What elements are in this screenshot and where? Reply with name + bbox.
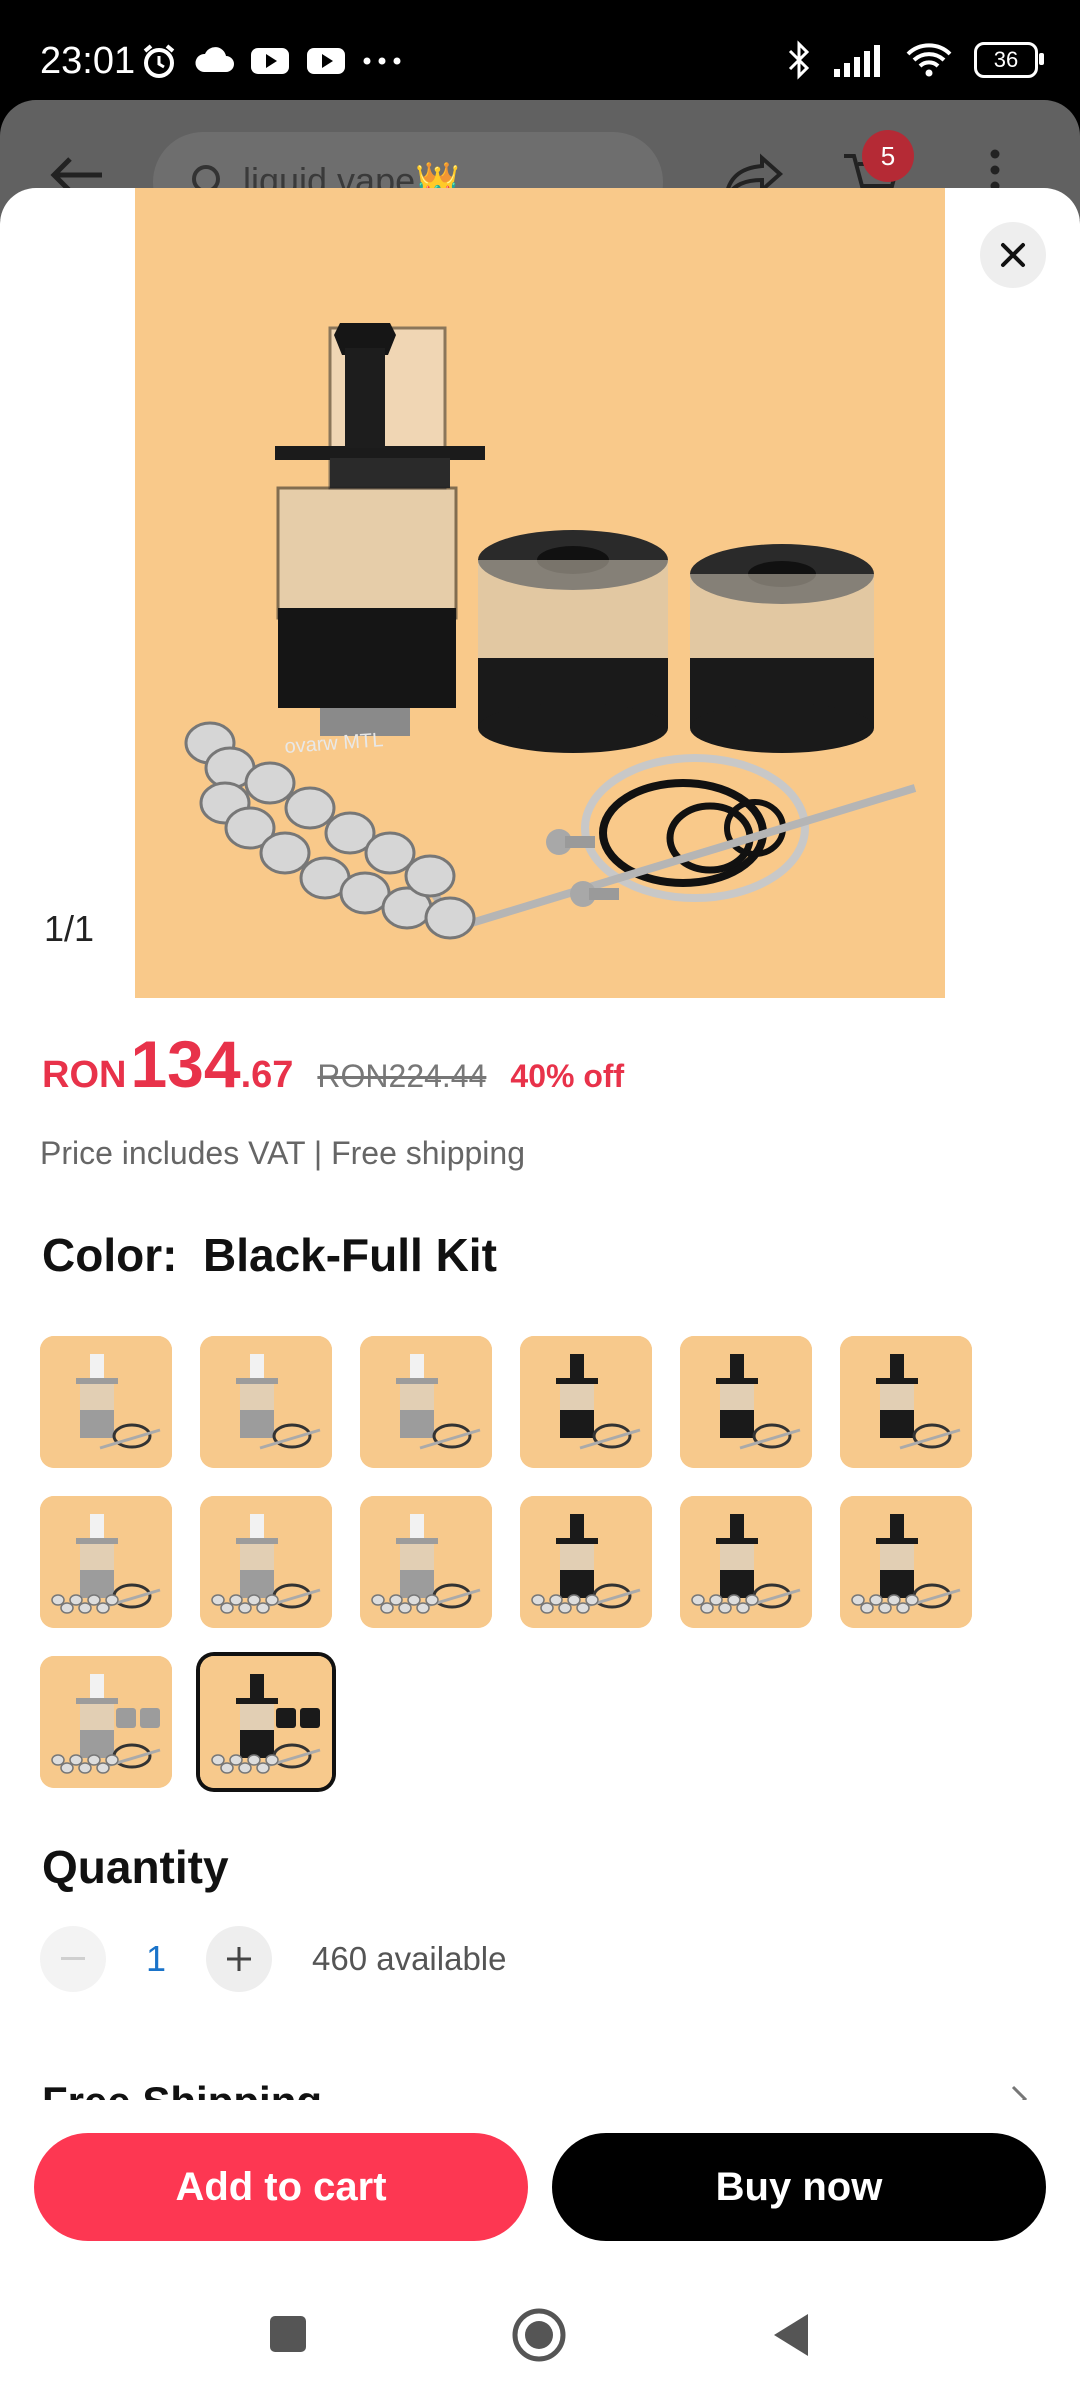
recent-apps-icon[interactable] — [268, 2314, 308, 2354]
youtube-icon — [251, 48, 289, 74]
variant-thumbnail-icon — [360, 1496, 492, 1628]
cart-badge: 5 — [862, 130, 914, 182]
color-variant-option[interactable] — [680, 1336, 812, 1468]
increase-quantity-button[interactable] — [206, 1926, 272, 1992]
color-variant-option[interactable] — [520, 1496, 652, 1628]
status-time: 23:01 — [40, 40, 136, 82]
quantity-title: Quantity — [42, 1841, 229, 1893]
color-variant-option[interactable] — [200, 1496, 332, 1628]
variant-thumbnail-icon — [200, 1496, 332, 1628]
discount-badge: 40% off — [510, 1058, 625, 1094]
original-price: RON224.44 — [317, 1058, 487, 1094]
youtube-icon — [307, 48, 345, 74]
price-currency: RON — [42, 1054, 127, 1096]
product-image[interactable]: ovarw MTL — [135, 188, 945, 998]
minus-icon — [61, 1957, 85, 1960]
price-row: RON 134 .67 RON224.44 40% off — [42, 1026, 624, 1102]
price-decimal: .67 — [240, 1054, 294, 1096]
variant-thumbnail-icon — [200, 1336, 332, 1468]
color-variant-option[interactable] — [520, 1336, 652, 1468]
variant-thumbnail-icon — [520, 1336, 652, 1468]
color-variant-option[interactable] — [40, 1656, 172, 1788]
color-variant-option[interactable] — [40, 1496, 172, 1628]
back-icon[interactable] — [770, 2312, 810, 2358]
add-to-cart-button[interactable]: Add to cart — [34, 2133, 528, 2241]
selected-color: Black-Full Kit — [202, 1229, 497, 1281]
variant-thumbnail-icon — [840, 1496, 972, 1628]
color-variant-option[interactable] — [680, 1496, 812, 1628]
variant-thumbnail-icon — [40, 1336, 172, 1468]
available-stock: 460 available — [312, 1940, 507, 1977]
close-button[interactable] — [980, 222, 1046, 288]
price-note: Price includes VAT | Free shipping — [40, 1135, 525, 1171]
color-variant-option[interactable] — [360, 1336, 492, 1468]
home-icon[interactable] — [510, 2306, 568, 2364]
color-variant-option[interactable] — [200, 1336, 332, 1468]
image-counter: 1/1 — [44, 908, 95, 949]
alarm-icon — [143, 44, 175, 78]
decrease-quantity-button[interactable] — [40, 1926, 106, 1992]
color-variant-option[interactable] — [40, 1336, 172, 1468]
color-variant-option[interactable] — [840, 1336, 972, 1468]
quantity-value[interactable]: 1 — [106, 1938, 206, 1980]
variant-thumbnail-icon — [40, 1656, 172, 1788]
close-icon — [1001, 243, 1025, 267]
buy-now-button[interactable]: Buy now — [552, 2133, 1046, 2241]
battery-icon: 36 — [974, 42, 1044, 78]
variant-thumbnail-icon — [360, 1336, 492, 1468]
color-variant-option[interactable] — [200, 1656, 332, 1788]
bluetooth-icon — [788, 40, 810, 80]
variant-thumbnail-icon — [200, 1656, 332, 1788]
signal-icon — [834, 45, 880, 77]
variant-thumbnail-icon — [840, 1336, 972, 1468]
variant-thumbnail-icon — [680, 1496, 812, 1628]
variant-thumbnail-icon — [680, 1336, 812, 1468]
color-heading: Color: Black-Full Kit — [42, 1229, 497, 1281]
color-variant-option[interactable] — [840, 1496, 972, 1628]
more-icon — [990, 149, 1000, 191]
more-notifications-icon — [363, 57, 401, 65]
system-navigation-bar — [0, 2270, 1080, 2400]
variant-thumbnail-icon — [520, 1496, 652, 1628]
plus-icon — [227, 1947, 251, 1971]
status-bar: 23:01 36 — [0, 0, 1080, 100]
price-integer: 134 — [130, 1027, 241, 1101]
variant-thumbnail-icon — [40, 1496, 172, 1628]
wifi-icon — [906, 43, 952, 77]
cloud-icon — [195, 47, 234, 72]
color-variant-option[interactable] — [360, 1496, 492, 1628]
product-options-sheet: ovarw MTL 1/1 RON 134 .67 RON224.44 40% … — [0, 188, 1080, 2400]
quantity-stepper: 1 460 available — [40, 1926, 507, 1992]
